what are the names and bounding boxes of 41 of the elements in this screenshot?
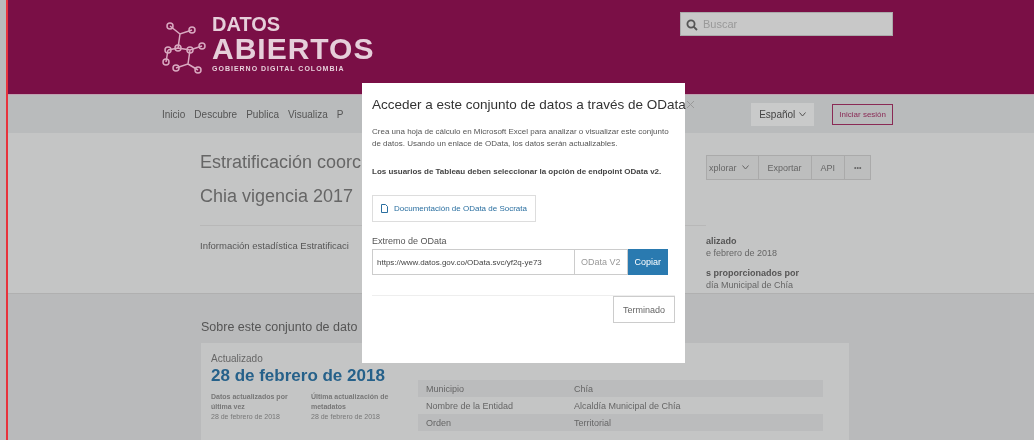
action-button[interactable]: API bbox=[811, 155, 846, 180]
copy-button[interactable]: Copiar bbox=[627, 249, 669, 275]
meta-value: e febrero de 2018 bbox=[706, 247, 779, 259]
dialog-title: Acceder a este conjunto de datos a través de OData bbox=[372, 97, 686, 112]
meta-label: alizado bbox=[706, 235, 738, 247]
meta-value: día Municipal de Chía bbox=[706, 279, 795, 291]
logo-text-abiertos: ABIERTOS bbox=[212, 34, 375, 64]
circuit-map-icon bbox=[162, 20, 208, 74]
updated-date: 28 de febrero de 2018 bbox=[211, 366, 386, 386]
chevron-down-icon bbox=[741, 165, 749, 170]
chevron-down-icon bbox=[799, 111, 807, 117]
nav-link[interactable]: Inicio bbox=[162, 108, 186, 120]
close-icon bbox=[685, 100, 695, 109]
language-dropdown[interactable]: Español bbox=[751, 102, 815, 126]
nav-link[interactable]: Descubre bbox=[194, 108, 238, 120]
updated-label: Actualizado bbox=[211, 353, 264, 364]
logo-text-datos: DATOS bbox=[212, 14, 282, 34]
tableau-note: Los usuarios de Tableau deben seleccionar la opción de endpoint OData v2. bbox=[372, 166, 663, 178]
version-label: OData V2 bbox=[575, 249, 628, 275]
meta-label: s proporcionados por bbox=[706, 267, 800, 279]
table-cell-text: Alcaldía Municipal de Chía bbox=[573, 400, 681, 411]
table-cell-text: Chía bbox=[573, 383, 593, 394]
nav-link[interactable]: Publica bbox=[246, 108, 279, 120]
action-button[interactable]: Exportar bbox=[758, 155, 812, 180]
dialog-description: Crea una hoja de cálculo en Microsoft Excel para analizar o visualizar este conjunto de datos. Usando un enlace de OData, los datos serán actualizables. bbox=[372, 126, 670, 150]
done-button[interactable]: Terminado bbox=[612, 296, 675, 323]
sign-in-button[interactable]: Iniciar sesión bbox=[832, 103, 893, 125]
document-icon bbox=[381, 204, 388, 213]
nav-link[interactable]: P bbox=[336, 108, 344, 120]
documentation-link-button[interactable]: Documentación de OData de Socrata bbox=[372, 195, 536, 222]
dataset-title: Estratificación coorc bbox=[200, 151, 362, 174]
table-cell-text: Municipio bbox=[425, 383, 466, 394]
table-cell-text: Territorial bbox=[573, 417, 611, 428]
table-cell-text: Orden bbox=[425, 417, 452, 428]
endpoint-url-field[interactable]: https://www.datos.gov.co/OData.svc/yf2q-ye73 bbox=[372, 249, 575, 275]
action-button[interactable]: xplorar bbox=[706, 155, 759, 180]
section-heading: Sobre este conjunto de dato bbox=[201, 320, 358, 334]
dataset-title: Chia vigencia 2017 bbox=[200, 185, 354, 208]
nav-link[interactable]: Visualiza bbox=[288, 108, 328, 120]
field-label: Extremo de OData bbox=[372, 236, 448, 246]
table-cell-text: Nombre de la Entidad bbox=[425, 400, 515, 411]
